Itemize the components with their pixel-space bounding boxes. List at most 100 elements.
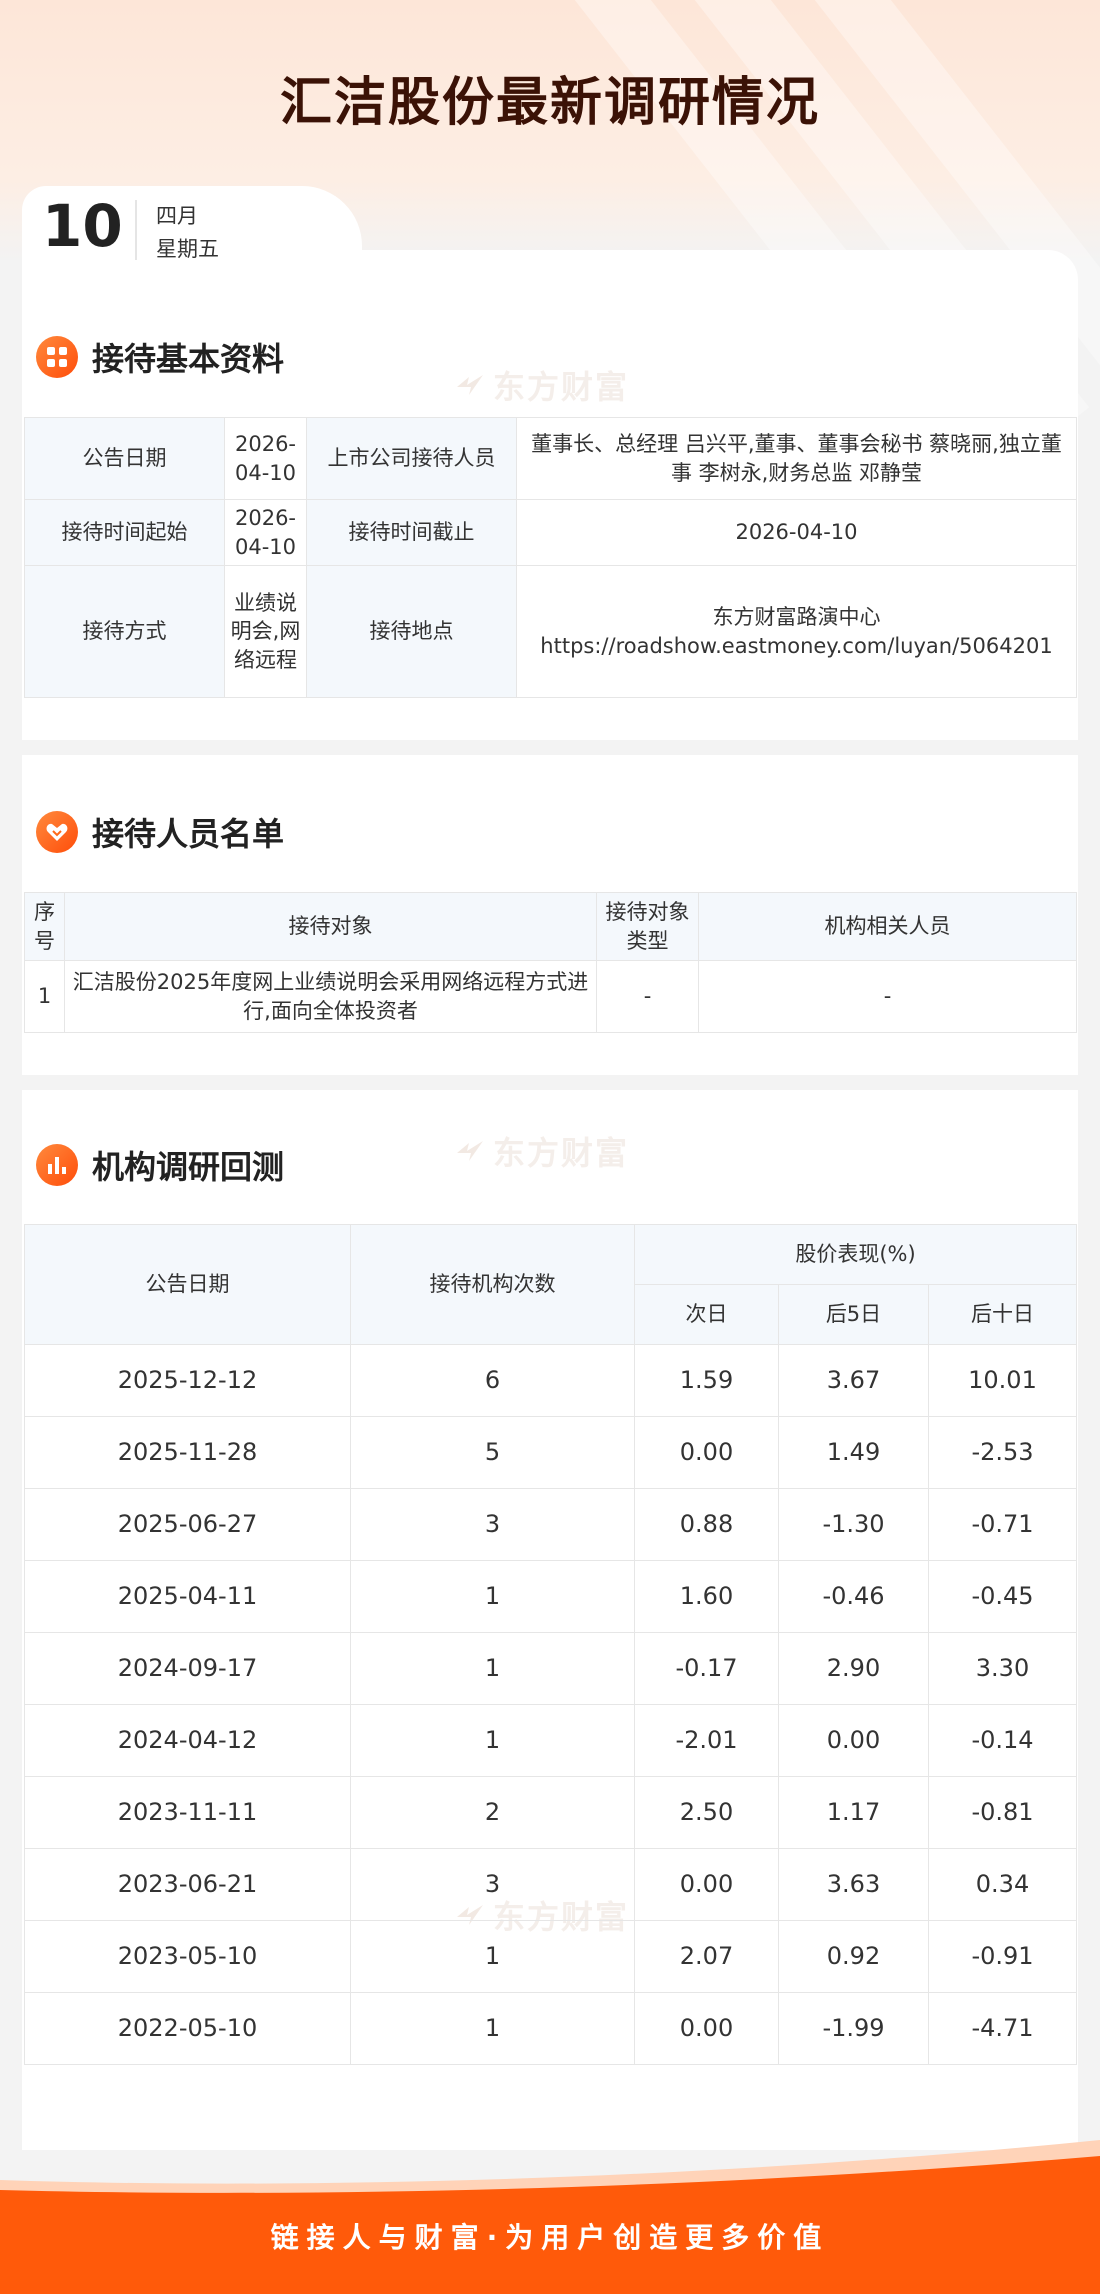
logo-icon [457,1141,483,1161]
col-count: 接待机构次数 [350,1224,635,1345]
cell-d1: 0.00 [634,1416,779,1489]
cell-date: 2025-12-12 [24,1344,351,1417]
col-target: 接待对象 [64,892,597,961]
col-perf: 股价表现(%) [633,1224,1078,1285]
cell-date: 2023-06-21 [24,1848,351,1921]
cell-d5: -0.46 [778,1560,929,1633]
date-month: 四月 [156,204,198,228]
page-title: 汇洁股份最新调研情况 [279,73,820,133]
logo-icon [457,375,483,395]
cell-date: 2024-09-17 [24,1632,351,1705]
cell-type: - [596,960,699,1033]
place-name: 东方财富路演中心 [712,605,881,630]
table-row: 1 汇洁股份2025年度网上业绩说明会采用网络远程方式进行,面向全体投资者 - … [24,960,1077,1033]
cell-count: 2 [350,1776,635,1849]
table-row: 2023-11-11 2 2.50 1.17 -0.81 [24,1776,1078,1849]
cell-d5: 0.92 [778,1920,929,1993]
cell-count: 3 [350,1848,635,1921]
cell-d1: -2.01 [634,1704,779,1777]
start-value: 2026-04-10 [224,499,307,566]
col-d5: 后5日 [778,1284,929,1345]
cell-date: 2025-11-28 [24,1416,351,1489]
table-row: 2024-04-12 1 -2.01 0.00 -0.14 [24,1704,1078,1777]
cell-date: 2024-04-12 [24,1704,351,1777]
place-link[interactable]: https://roadshow.eastmoney.com/luyan/506… [521,632,1072,660]
date-divider [135,200,137,260]
col-no: 序号 [24,892,65,961]
cell-d5: 3.63 [778,1848,929,1921]
cell-count: 5 [350,1416,635,1489]
method-label: 接待方式 [24,565,225,698]
basic-info-table: 公告日期 2026-04-10 上市公司接待人员 董事长、总经理 吕兴平,董事、… [24,417,1077,698]
section-inst-header: 机构调研回测 [36,1142,284,1188]
col-type: 接待对象类型 [596,892,699,961]
cell-d1: 0.88 [634,1488,779,1561]
cell-date: 2023-05-10 [24,1920,351,1993]
cell-staff: - [698,960,1077,1033]
col-d1: 次日 [634,1284,779,1345]
cell-count: 1 [350,1704,635,1777]
cell-date: 2023-11-11 [24,1776,351,1849]
table-row: 2025-04-11 1 1.60 -0.46 -0.45 [24,1560,1078,1633]
cell-date: 2025-04-11 [24,1560,351,1633]
cell-d1: 0.00 [634,1992,779,2065]
cell-count: 1 [350,1560,635,1633]
cell-count: 1 [350,1632,635,1705]
cell-date: 2025-06-27 [24,1488,351,1561]
cell-d5: 1.17 [778,1776,929,1849]
cell-d5: -1.99 [778,1992,929,2065]
table-row: 2025-11-28 5 0.00 1.49 -2.53 [24,1416,1078,1489]
handshake-icon [36,811,78,853]
cell-d5: 0.00 [778,1704,929,1777]
footer-slogan: 链接人与财富·为用户创造更多价值 [270,2221,830,2254]
col-staff: 机构相关人员 [698,892,1077,961]
end-value: 2026-04-10 [516,499,1077,566]
table-row: 2023-05-10 1 2.07 0.92 -0.91 [24,1920,1078,1993]
cell-d5: 1.49 [778,1416,929,1489]
col-d10: 后十日 [927,1284,1078,1345]
people-table: 序号 接待对象 接待对象类型 机构相关人员 1 汇洁股份2025年度网上业绩说明… [24,892,1077,1033]
cell-no: 1 [24,960,65,1033]
announce-value: 2026-04-10 [224,417,307,500]
method-value: 业绩说明会,网络远程 [224,565,307,698]
staff-label: 上市公司接待人员 [306,417,517,500]
cell-d10: 3.30 [927,1632,1078,1705]
end-label: 接待时间截止 [306,499,517,566]
cell-count: 3 [350,1488,635,1561]
section-title: 机构调研回测 [92,1148,285,1186]
date-weekday: 星期五 [156,237,219,261]
table-row: 2024-09-17 1 -0.17 2.90 3.30 [24,1632,1078,1705]
watermark: 东方财富 [455,362,629,408]
cell-target: 汇洁股份2025年度网上业绩说明会采用网络远程方式进行,面向全体投资者 [64,960,597,1033]
cell-d1: 2.50 [634,1776,779,1849]
table-row: 2025-06-27 3 0.88 -1.30 -0.71 [24,1488,1078,1561]
bar-chart-icon [36,1144,78,1186]
institution-table: 公告日期 接待机构次数 股价表现(%) 次日 后5日 后十日 2025-12-1… [24,1224,1078,2065]
cell-d10: -0.81 [927,1776,1078,1849]
cell-d1: 2.07 [634,1920,779,1993]
cell-d1: 1.60 [634,1560,779,1633]
section-title: 接待人员名单 [92,815,285,853]
col-date: 公告日期 [24,1224,351,1345]
announce-label: 公告日期 [24,417,225,500]
section-title: 接待基本资料 [92,340,285,378]
cell-d10: -0.91 [927,1920,1078,1993]
date-day: 10 [42,192,123,260]
staff-value: 董事长、总经理 吕兴平,董事、董事会秘书 蔡晓丽,独立董事 李树永,财务总监 邓… [516,417,1077,500]
cell-d1: 1.59 [634,1344,779,1417]
section-people-header: 接待人员名单 [36,809,284,855]
cell-d10: -0.14 [927,1704,1078,1777]
cell-d10: 0.34 [927,1848,1078,1921]
start-label: 接待时间起始 [24,499,225,566]
watermark: 东方财富 [455,1128,629,1174]
table-row: 2025-12-12 6 1.59 3.67 10.01 [24,1344,1078,1417]
place-value: 东方财富路演中心 https://roadshow.eastmoney.com/… [516,565,1077,698]
table-row: 2022-05-10 1 0.00 -1.99 -4.71 [24,1992,1078,2065]
cell-d1: 0.00 [634,1848,779,1921]
cell-d10: -4.71 [927,1992,1078,2065]
cell-d5: -1.30 [778,1488,929,1561]
table-row: 2023-06-21 3 0.00 3.63 0.34 [24,1848,1078,1921]
cell-date: 2022-05-10 [24,1992,351,2065]
cell-d5: 3.67 [778,1344,929,1417]
grid-icon [36,336,78,378]
